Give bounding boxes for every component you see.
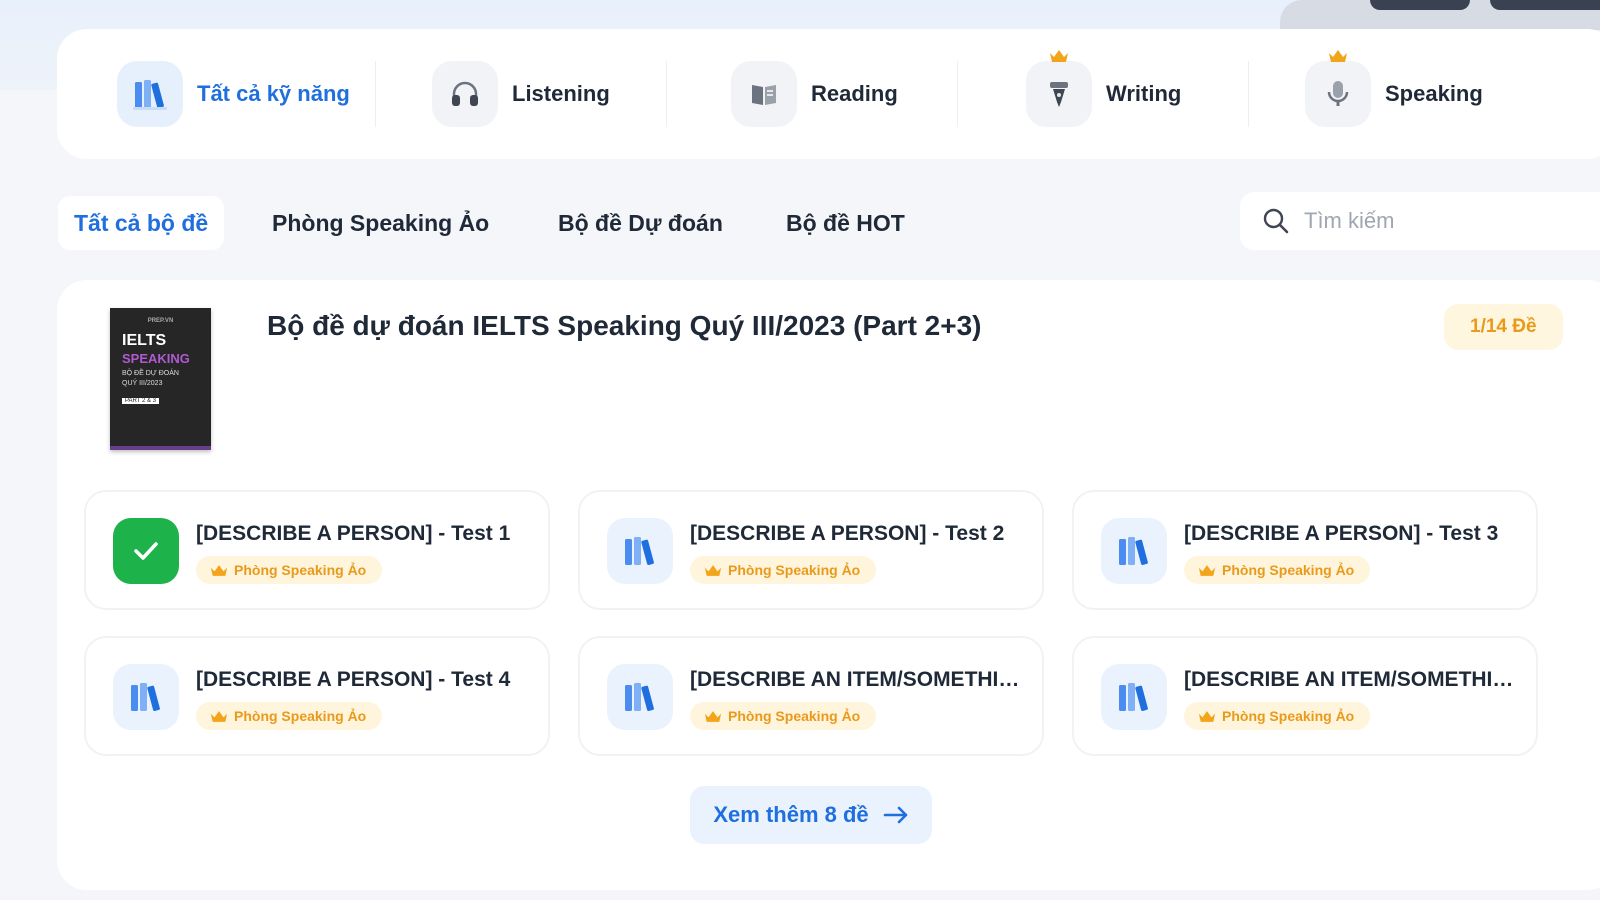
premium-tag: Phòng Speaking Ảo xyxy=(690,556,877,584)
see-more-label: Xem thêm 8 đề xyxy=(713,802,869,827)
cover-subtitle: SPEAKING xyxy=(122,351,190,366)
test-set-card: PREP.VN IELTS SPEAKING BỘ ĐỀ DỰ ĐOÁN QUÝ… xyxy=(57,280,1600,890)
test-name: [DESCRIBE A PERSON] - Test 1 xyxy=(196,522,511,545)
test-card[interactable]: [DESCRIBE A PERSON] - Test 1 Phòng Speak… xyxy=(84,490,550,610)
cover-brand: PREP.VN xyxy=(147,318,174,324)
test-card[interactable]: [DESCRIBE A PERSON] - Test 4 Phòng Speak… xyxy=(84,636,550,756)
premium-tag: Phòng Speaking Ảo xyxy=(196,702,383,730)
crown-icon xyxy=(210,710,228,722)
books-icon xyxy=(117,61,183,127)
search-icon xyxy=(1263,208,1289,234)
crown-icon xyxy=(704,564,722,576)
test-card[interactable]: [DESCRIBE AN ITEM/SOMETHING] - Test 1 Ph… xyxy=(578,636,1044,756)
premium-tag: Phòng Speaking Ảo xyxy=(196,556,383,584)
test-name: [DESCRIBE A PERSON] - Test 4 xyxy=(196,668,511,691)
book-cover-image: PREP.VN IELTS SPEAKING BỘ ĐỀ DỰ ĐOÁN QUÝ… xyxy=(110,308,211,450)
cover-caption-line: BỘ ĐỀ DỰ ĐOÁN xyxy=(122,370,179,377)
open-book-icon xyxy=(731,61,797,127)
skill-tab-listening[interactable]: Listening xyxy=(376,59,666,129)
crown-icon xyxy=(1050,50,1068,62)
books-icon xyxy=(113,664,179,730)
crown-icon xyxy=(210,564,228,576)
tab-hot-sets[interactable]: Bộ đề HOT xyxy=(770,196,921,250)
search-box[interactable] xyxy=(1240,192,1600,250)
premium-tag: Phòng Speaking Ảo xyxy=(1184,556,1371,584)
tag-label: Phòng Speaking Ảo xyxy=(1222,708,1355,724)
skill-tab-label: Listening xyxy=(512,81,610,106)
pen-nib-icon xyxy=(1026,50,1092,127)
crown-icon xyxy=(1329,50,1347,62)
crown-icon xyxy=(1198,564,1216,576)
test-card[interactable]: [DESCRIBE A PERSON] - Test 2 Phòng Speak… xyxy=(578,490,1044,610)
books-icon xyxy=(607,518,673,584)
chrome-pill xyxy=(1490,0,1600,10)
skill-tab-label: Speaking xyxy=(1385,81,1483,106)
skill-tab-label: Tất cả kỹ năng xyxy=(197,81,350,106)
headphones-icon xyxy=(432,61,498,127)
cover-caption-line: QUÝ III/2023 xyxy=(122,380,163,387)
tab-prediction-sets[interactable]: Bộ đề Dự đoán xyxy=(542,196,739,250)
crown-icon xyxy=(704,710,722,722)
skill-tab-writing[interactable]: Writing xyxy=(958,50,1248,129)
test-card[interactable]: [DESCRIBE A PERSON] - Test 3 Phòng Speak… xyxy=(1072,490,1538,610)
microphone-icon xyxy=(1305,50,1371,127)
books-icon xyxy=(1101,664,1167,730)
skill-tab-label: Writing xyxy=(1106,81,1182,106)
tag-label: Phòng Speaking Ảo xyxy=(728,708,861,724)
browser-chrome-fragment xyxy=(1280,0,1600,30)
premium-tag: Phòng Speaking Ảo xyxy=(690,702,877,730)
test-card[interactable]: [DESCRIBE AN ITEM/SOMETHING] - Test 2 Ph… xyxy=(1072,636,1538,756)
cover-caption: BỘ ĐỀ DỰ ĐOÁN QUÝ III/2023 xyxy=(122,369,199,389)
tab-virtual-speaking-room[interactable]: Phòng Speaking Ảo xyxy=(256,196,505,250)
tag-label: Phòng Speaking Ảo xyxy=(1222,562,1355,578)
books-icon xyxy=(607,664,673,730)
tag-label: Phòng Speaking Ảo xyxy=(234,562,367,578)
cover-stripe xyxy=(110,446,211,450)
skill-filter-bar: Tất cả kỹ năng Listening Reading Writing… xyxy=(57,29,1600,159)
search-input[interactable] xyxy=(1304,208,1564,234)
crown-icon xyxy=(1198,710,1216,722)
test-name: [DESCRIBE AN ITEM/SOMETHING] - Test 1 xyxy=(690,668,1030,691)
cover-title: IELTS xyxy=(122,332,167,349)
arrow-right-icon xyxy=(883,806,907,824)
skill-tab-all[interactable]: Tất cả kỹ năng xyxy=(117,59,375,129)
tag-label: Phòng Speaking Ảo xyxy=(234,708,367,724)
test-name: [DESCRIBE A PERSON] - Test 2 xyxy=(690,522,1005,545)
test-name: [DESCRIBE AN ITEM/SOMETHING] - Test 2 xyxy=(1184,668,1524,691)
cover-part-label: PART 2 & 3 xyxy=(122,398,160,404)
books-icon xyxy=(1101,518,1167,584)
skill-tab-speaking[interactable]: Speaking xyxy=(1249,50,1539,129)
tag-label: Phòng Speaking Ảo xyxy=(728,562,861,578)
progress-count-badge: 1/14 Đề xyxy=(1444,304,1563,350)
skill-tab-reading[interactable]: Reading xyxy=(667,59,957,129)
test-set-title[interactable]: Bộ đề dự đoán IELTS Speaking Quý III/202… xyxy=(267,310,982,342)
check-icon xyxy=(113,518,179,584)
test-name: [DESCRIBE A PERSON] - Test 3 xyxy=(1184,522,1499,545)
chrome-pill xyxy=(1370,0,1470,10)
skill-tab-label: Reading xyxy=(811,81,898,106)
premium-tag: Phòng Speaking Ảo xyxy=(1184,702,1371,730)
see-more-button[interactable]: Xem thêm 8 đề xyxy=(690,786,932,844)
tab-all-sets[interactable]: Tất cả bộ đề xyxy=(58,196,225,250)
